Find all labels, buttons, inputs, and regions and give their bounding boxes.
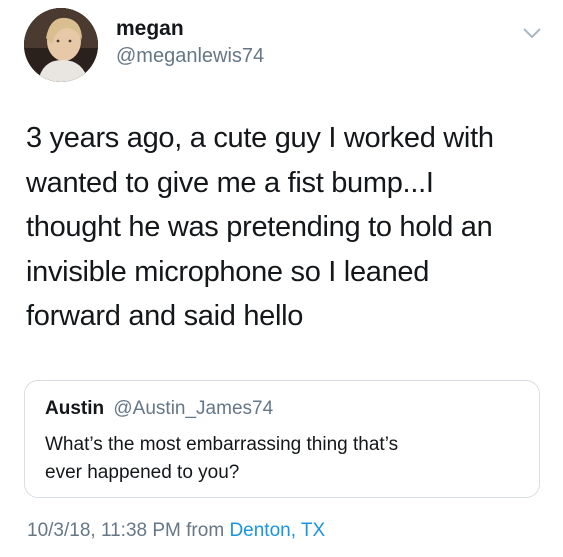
- chevron-down-icon[interactable]: [521, 25, 543, 41]
- profile-photo-icon: [24, 8, 98, 82]
- tweet-text-line: 3 years ago, a cute guy I worked with: [26, 122, 494, 154]
- quoted-author-handle: @Austin_James74: [113, 398, 274, 419]
- author-handle[interactable]: @meganlewis74: [116, 45, 264, 68]
- quoted-text-line: ever happened to you?: [45, 462, 240, 483]
- tweet-text-line: wanted to give me a fist bump...I: [26, 166, 434, 199]
- author-name[interactable]: megan: [116, 17, 184, 41]
- tweet-text-line: forward and said hello: [26, 300, 304, 332]
- tweet-card: megan @meganlewis74 3 years ago, a cute …: [0, 0, 563, 557]
- timestamp[interactable]: 10/3/18, 11:38 PM: [27, 520, 181, 541]
- quoted-tweet-header: Austin @Austin_James74: [45, 398, 273, 420]
- from-label: from: [186, 520, 225, 541]
- quoted-text-line: What’s the most embarrassing thing that’…: [45, 434, 399, 455]
- tweet-text-line: thought he was pretending to hold an: [26, 211, 493, 243]
- quoted-tweet-text: What’s the most embarrassing thing that’…: [45, 431, 525, 487]
- tweet-text: 3 years ago, a cute guy I worked with wa…: [26, 116, 546, 339]
- tweet-text-line: invisible microphone so I leaned: [26, 255, 430, 288]
- tweet-meta: 10/3/18, 11:38 PM from Denton, TX: [27, 520, 325, 542]
- quoted-author-name: Austin: [45, 398, 105, 419]
- avatar[interactable]: [24, 8, 98, 82]
- quoted-tweet[interactable]: Austin @Austin_James74 What’s the most e…: [24, 380, 540, 498]
- location-link[interactable]: Denton, TX: [229, 520, 325, 541]
